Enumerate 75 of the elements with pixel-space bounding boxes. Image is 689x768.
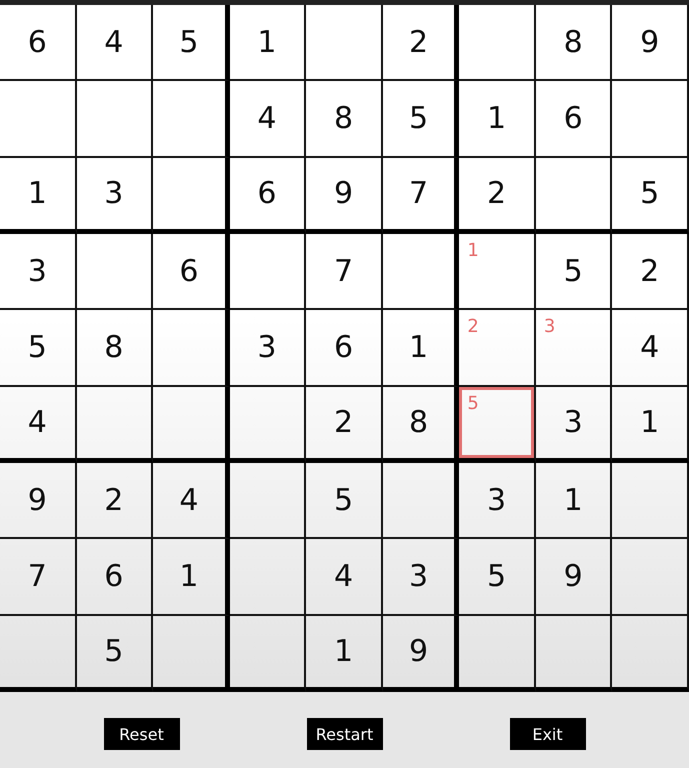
sudoku-cell[interactable]: 1 <box>612 386 689 463</box>
sudoku-cell[interactable]: 1 <box>0 158 77 234</box>
game-button[interactable]: Reset <box>104 718 180 750</box>
sudoku-cell[interactable]: 8 <box>382 386 460 463</box>
sudoku-cell[interactable]: 3 <box>76 158 154 234</box>
sudoku-cell[interactable]: 2 <box>459 158 536 234</box>
sudoku-cell[interactable]: 9 <box>0 463 77 540</box>
sudoku-cell[interactable]: 3 <box>0 234 77 310</box>
sudoku-cell[interactable] <box>230 463 306 540</box>
sudoku-cell[interactable]: 8 <box>76 310 154 387</box>
sudoku-cell[interactable]: 6 <box>306 310 383 387</box>
sudoku-cell[interactable]: 7 <box>0 539 77 616</box>
sudoku-cell[interactable] <box>230 386 306 463</box>
sudoku-cell[interactable] <box>76 234 154 310</box>
sudoku-cell[interactable]: 6 <box>0 5 77 82</box>
sudoku-cell[interactable] <box>230 234 306 310</box>
sudoku-cell[interactable]: 4 <box>612 310 689 387</box>
sudoku-cell[interactable]: 8 <box>306 81 383 158</box>
sudoku-cell[interactable] <box>612 81 689 158</box>
sudoku-cell[interactable] <box>76 81 154 158</box>
sudoku-cell[interactable]: 6 <box>536 81 612 158</box>
sudoku-cell[interactable]: 5 <box>382 81 460 158</box>
sudoku-cell[interactable]: 8 <box>536 5 612 82</box>
sudoku-cell[interactable]: 2 <box>612 234 689 310</box>
sudoku-cell[interactable]: 4 <box>0 386 77 463</box>
sudoku-cell[interactable]: 4 <box>76 5 154 82</box>
sudoku-cell[interactable]: 3 <box>230 310 306 387</box>
sudoku-cell[interactable]: 4 <box>153 463 230 540</box>
sudoku-cell[interactable]: 5 <box>536 234 612 310</box>
sudoku-cell[interactable] <box>0 81 77 158</box>
sudoku-cell[interactable] <box>153 310 230 387</box>
sudoku-cell[interactable]: 5 <box>153 5 230 82</box>
sudoku-cell[interactable]: 6 <box>230 158 306 234</box>
sudoku-cell[interactable] <box>459 5 536 82</box>
sudoku-cell[interactable]: 3 <box>382 539 460 616</box>
sudoku-cell[interactable]: 9 <box>536 539 612 616</box>
sudoku-cell[interactable]: 9 <box>306 158 383 234</box>
sudoku-cell[interactable] <box>153 158 230 234</box>
game-button[interactable]: Restart <box>306 718 382 750</box>
pencil-mark: 2 <box>467 318 479 336</box>
sudoku-cell[interactable]: 1 <box>536 463 612 540</box>
pencil-mark: 5 <box>467 394 479 413</box>
sudoku-cell[interactable]: 4 <box>230 81 306 158</box>
pencil-mark: 3 <box>544 318 556 336</box>
sudoku-cell[interactable]: 2 <box>306 386 383 463</box>
sudoku-cell[interactable] <box>230 539 306 616</box>
game-button[interactable]: Exit <box>510 718 586 750</box>
sudoku-cell[interactable]: 3 <box>536 386 612 463</box>
sudoku-cell[interactable]: 5 <box>306 463 383 540</box>
sudoku-cell[interactable]: 7 <box>382 158 460 234</box>
sudoku-cell[interactable]: 2 <box>382 5 460 82</box>
sudoku-cell[interactable]: 5 <box>459 539 536 616</box>
sudoku-cell[interactable] <box>612 539 689 616</box>
sudoku-cell[interactable] <box>153 386 230 463</box>
sudoku-cell[interactable]: 2 <box>76 463 154 540</box>
sudoku-cell[interactable] <box>612 463 689 540</box>
sudoku-cell[interactable]: 6 <box>76 539 154 616</box>
pencil-mark: 1 <box>467 242 479 260</box>
sudoku-cell[interactable]: 3 <box>459 463 536 540</box>
sudoku-cell[interactable] <box>382 234 460 310</box>
sudoku-cell[interactable]: 1 <box>382 310 460 387</box>
sudoku-cell[interactable]: 7 <box>306 234 383 310</box>
sudoku-cell[interactable]: 1 <box>459 81 536 158</box>
sudoku-cell[interactable] <box>76 386 154 463</box>
sudoku-cell[interactable]: 5 <box>0 310 77 387</box>
sudoku-cell[interactable] <box>382 463 460 540</box>
sudoku-cell[interactable]: 1 <box>230 5 306 82</box>
sudoku-cell[interactable] <box>306 5 383 82</box>
sudoku-cell[interactable]: 1 <box>153 539 230 616</box>
sudoku-cell[interactable]: 9 <box>612 5 689 82</box>
sudoku-cell[interactable]: 4 <box>306 539 383 616</box>
sudoku-cell[interactable]: 5 <box>612 158 689 234</box>
sudoku-cell[interactable] <box>536 158 612 234</box>
sudoku-cell[interactable]: 6 <box>153 234 230 310</box>
sudoku-cell[interactable] <box>153 81 230 158</box>
